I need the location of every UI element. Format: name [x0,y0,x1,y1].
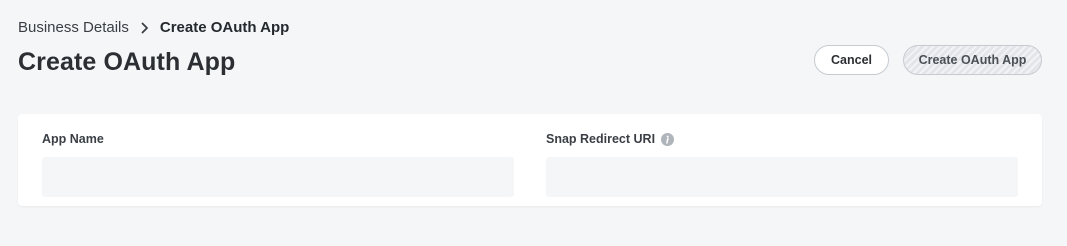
breadcrumb-current: Create OAuth App [159,19,290,36]
chevron-right-icon [141,22,149,34]
redirect-uri-label-text: Snap Redirect URI [546,132,656,146]
info-icon[interactable] [661,132,675,146]
app-name-label-text: App Name [42,132,104,146]
oauth-app-form-card: App Name Snap Redirect URI [18,114,1042,206]
app-name-label: App Name [42,132,514,146]
page-title: Create OAuth App [18,48,236,76]
header-actions: Cancel Create OAuth App [814,45,1042,75]
app-name-field-group: App Name [42,132,514,197]
breadcrumb: Business Details Create OAuth App [18,19,289,37]
redirect-uri-field-group: Snap Redirect URI [546,132,1018,197]
redirect-uri-label: Snap Redirect URI [546,132,1018,146]
create-oauth-app-button[interactable]: Create OAuth App [903,45,1042,75]
cancel-button[interactable]: Cancel [814,45,889,75]
redirect-uri-input[interactable] [546,157,1018,197]
app-name-input[interactable] [42,157,514,197]
breadcrumb-link-business-details[interactable]: Business Details [18,19,129,37]
